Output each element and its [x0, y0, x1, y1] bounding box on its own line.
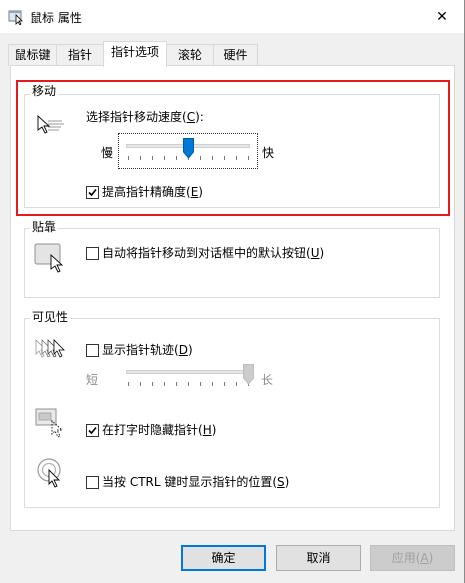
- short-label: 短: [86, 373, 99, 387]
- tab-buttons[interactable]: 鼠标键: [8, 44, 57, 66]
- slider-tick: [188, 382, 189, 386]
- hide-while-typing-checkbox[interactable]: [86, 424, 99, 437]
- show-location-icon: [36, 457, 68, 496]
- show-location-ctrl-label: 当按 CTRL 键时显示指针的位置(S): [102, 475, 290, 489]
- mouse-app-icon: [8, 9, 24, 26]
- pointer-trails-icon: [33, 337, 67, 366]
- pointer-trails-slider[interactable]: [126, 370, 250, 374]
- pointer-trails-checkbox[interactable]: [86, 344, 99, 357]
- ok-button[interactable]: 确定: [181, 545, 266, 571]
- snap-to-default-icon: [34, 243, 68, 278]
- apply-button[interactable]: 应用(A): [370, 545, 455, 571]
- snap-to-default-label: 自动将指针移动到对话框中的默认按钮(U): [102, 246, 325, 260]
- highlight-box: [16, 80, 450, 216]
- cancel-button[interactable]: 取消: [276, 545, 361, 571]
- close-icon: ✕: [436, 8, 448, 25]
- long-label: 长: [261, 373, 274, 387]
- tab-wheel[interactable]: 滚轮: [166, 44, 214, 66]
- snap-to-default-checkbox[interactable]: [86, 247, 99, 260]
- tab-pointer-options[interactable]: 指针选项: [103, 41, 167, 67]
- snap-to-group-title: 贴靠: [30, 220, 59, 234]
- close-button[interactable]: ✕: [419, 0, 465, 33]
- slider-tick: [152, 382, 153, 386]
- visibility-group-title: 可见性: [30, 310, 71, 324]
- slider-tick: [224, 382, 225, 386]
- slider-tick: [176, 382, 177, 386]
- title-bar: 鼠标 属性 ✕: [0, 0, 465, 33]
- pointer-trails-thumb[interactable]: [243, 364, 254, 388]
- checkmark-icon: [88, 426, 97, 435]
- snap-to-group: [24, 228, 440, 298]
- window-title: 鼠标 属性: [30, 11, 82, 25]
- hide-while-typing-label: 在打字时隐藏指针(H): [102, 423, 217, 437]
- show-location-ctrl-checkbox[interactable]: [86, 476, 99, 489]
- slider-tick: [128, 382, 129, 386]
- slider-tick: [200, 382, 201, 386]
- slider-tick: [212, 382, 213, 386]
- pointer-trails-label: 显示指针轨迹(D): [102, 343, 193, 357]
- slider-tick: [164, 382, 165, 386]
- tab-hardware[interactable]: 硬件: [213, 44, 258, 66]
- slider-tick: [140, 382, 141, 386]
- tab-pointers[interactable]: 指针: [56, 44, 104, 66]
- slider-tick: [236, 382, 237, 386]
- hide-pointer-icon: [34, 407, 66, 442]
